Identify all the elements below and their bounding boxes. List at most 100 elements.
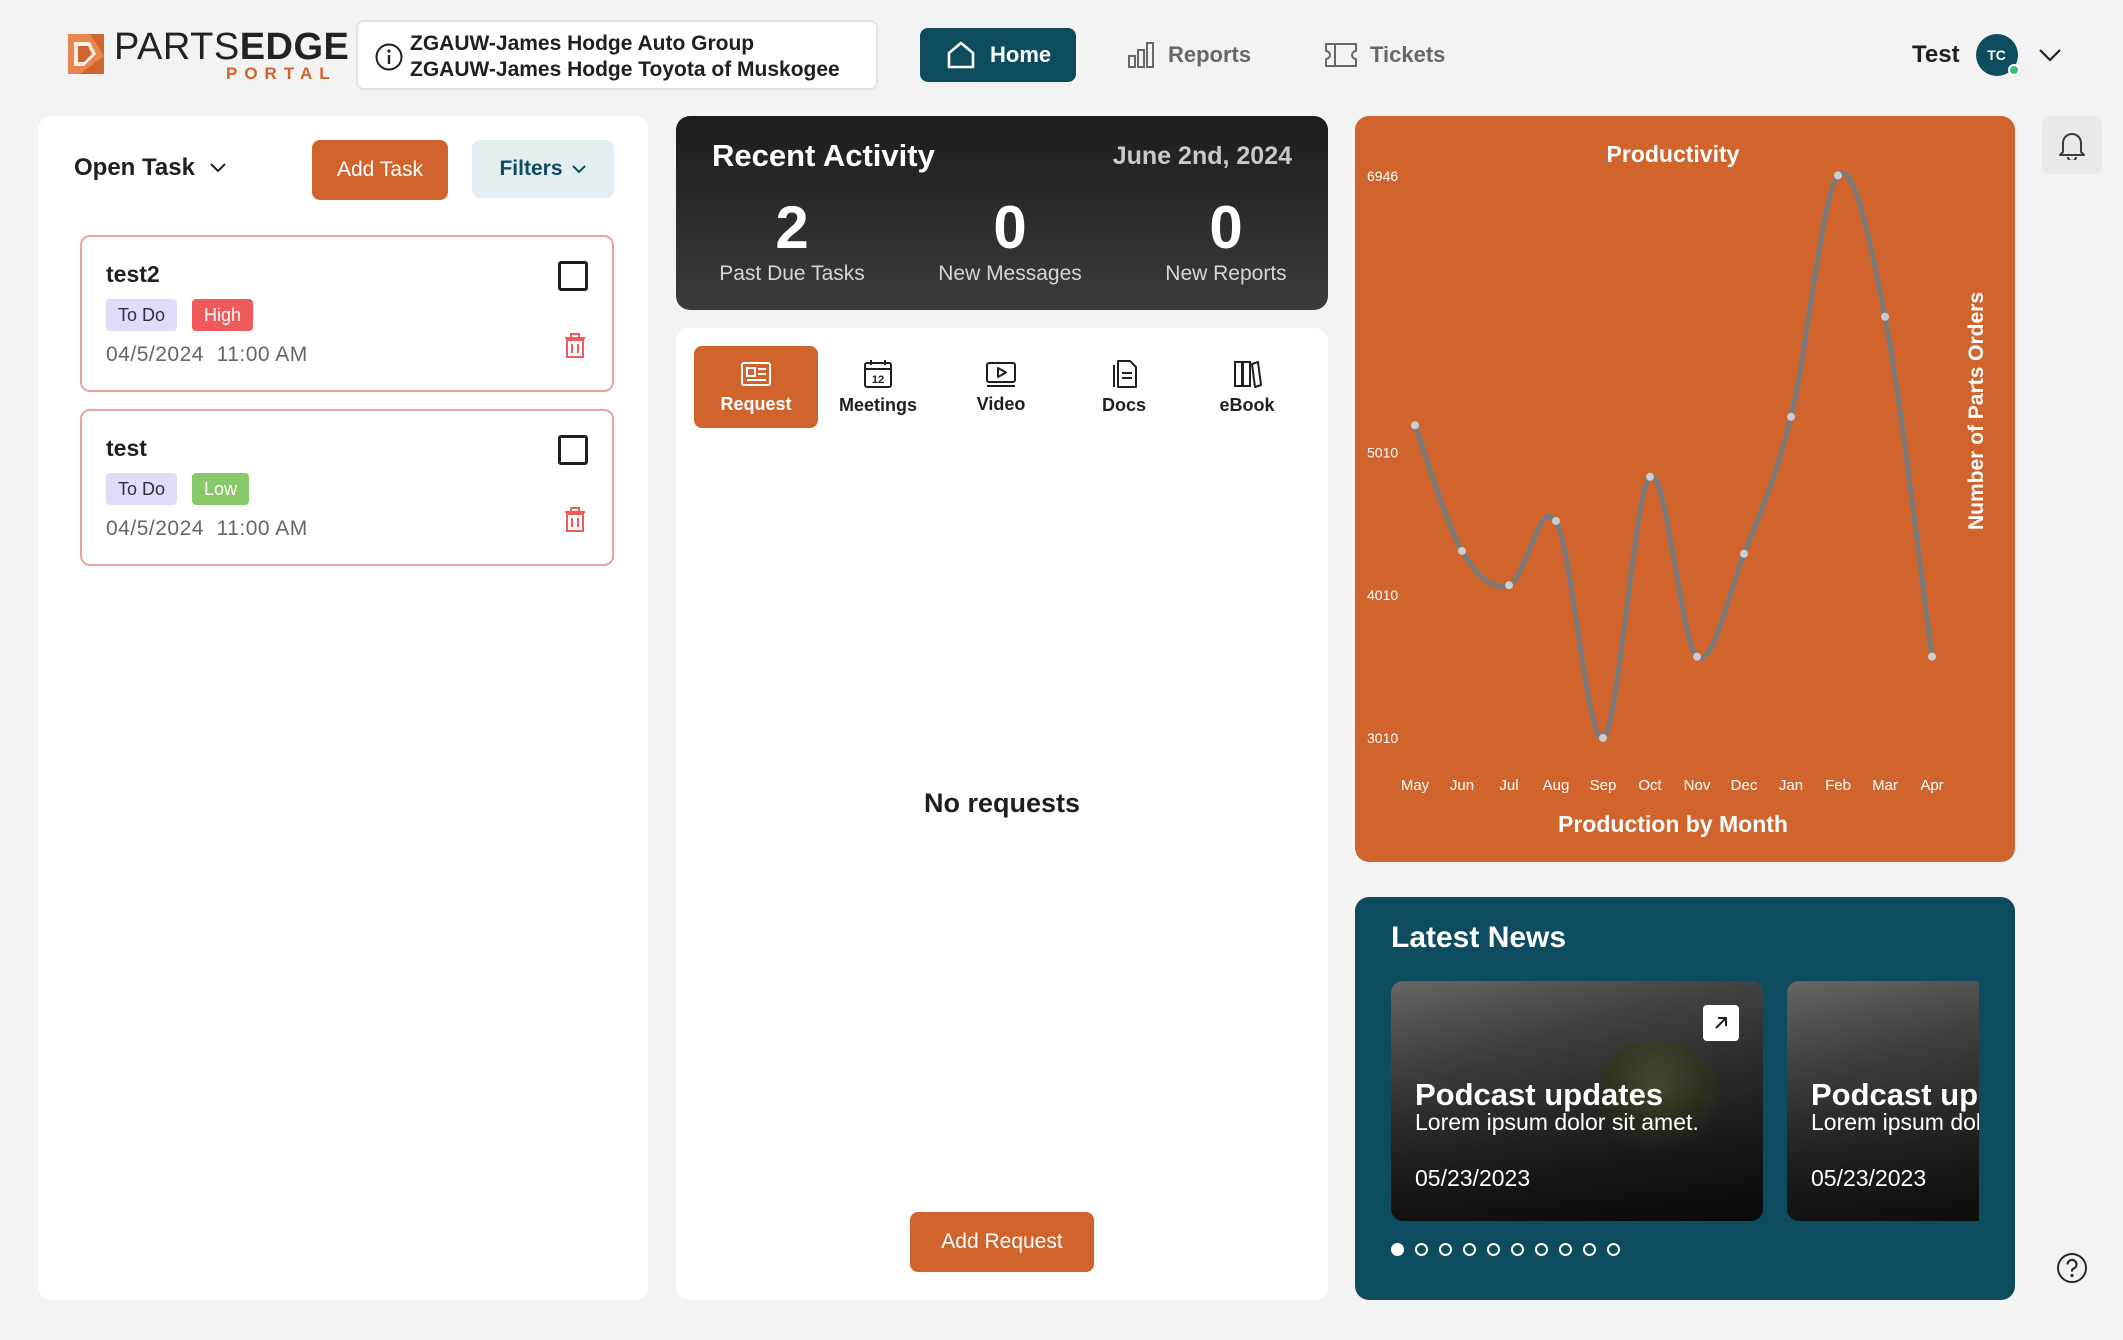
dealer-group-name: ZGAUW-James Hodge Auto Group [410,32,755,55]
data-point[interactable] [1411,421,1419,430]
news-card[interactable]: Podcast updates Lorem ipsum dolor sit am… [1787,981,1979,1221]
chevron-down-icon[interactable] [2038,48,2062,62]
chart-y-axis-label: Number of Parts Orders [1965,292,1988,530]
trash-icon[interactable] [564,333,586,359]
calendar-day-text: 12 [872,374,884,386]
carousel-dot[interactable] [1487,1243,1500,1256]
news-date: 05/23/2023 [1415,1165,1531,1191]
task-filter-dropdown[interactable]: Open Task [74,154,227,182]
notifications-button[interactable] [2042,116,2102,174]
task-due-date: 04/5/2024 11:00 AM [106,517,308,540]
data-point[interactable] [1787,412,1795,421]
external-link-icon [1715,1017,1727,1029]
nav-reports-label: Reports [1168,42,1252,67]
logo-wordmark: PARTSEDGE [114,26,350,68]
carousel-dot[interactable] [1391,1243,1404,1256]
calendar-icon: 12 [864,359,892,388]
nav-reports[interactable]: Reports [1126,36,1251,74]
dealer-selector[interactable]: ZGAUW-James Hodge Auto Group ZGAUW-James… [356,20,878,90]
data-point[interactable] [1881,312,1889,321]
ebook-icon [1234,360,1262,388]
news-body: Lorem ipsum dolor sit amet. [1811,1109,1979,1135]
recent-activity-title: Recent Activity [712,138,935,173]
data-point[interactable] [1646,472,1654,481]
tab-docs[interactable]: Docs [1062,346,1186,428]
user-menu[interactable]: Test TC [1912,32,2062,78]
help-icon[interactable] [2056,1252,2088,1284]
task-status-badge: To Do [106,299,178,331]
filters-button[interactable]: Filters [472,140,614,198]
x-tick-label: Jan [1779,777,1803,794]
x-tick-label: Nov [1684,777,1711,794]
ticket-icon [1325,43,1357,67]
x-tick-label: Sep [1590,777,1617,794]
task-complete-checkbox[interactable] [558,435,588,465]
stat-label: Past Due Tasks [719,262,865,285]
add-request-button[interactable]: Add Request [910,1212,1094,1272]
news-headline: Podcast updates [1811,1077,1979,1112]
task-status-badge: To Do [106,473,178,505]
carousel-dot[interactable] [1535,1243,1548,1256]
task-card[interactable]: test To Do Low 04/5/2024 11:00 AM [80,409,614,566]
stat-value: 0 [993,194,1027,261]
carousel-dot[interactable] [1607,1243,1620,1256]
dealer-store-name: ZGAUW-James Hodge Toyota of Muskogee [410,58,840,81]
external-link-button[interactable] [1703,1005,1739,1041]
stat-new-messages[interactable]: 0 New Messages [930,196,1090,286]
data-point[interactable] [1928,652,1936,661]
carousel-dot[interactable] [1511,1243,1524,1256]
bar-chart-icon [1128,42,1154,68]
docs-icon [1113,359,1137,388]
y-tick-label: 3010 [1367,730,1398,746]
nav-home-label: Home [990,42,1052,67]
stat-past-due-tasks[interactable]: 2 Past Due Tasks [712,196,872,286]
add-task-button[interactable]: Add Task [312,140,448,200]
data-point[interactable] [1740,549,1748,558]
news-card[interactable]: Podcast updates Lorem ipsum dolor sit am… [1391,981,1763,1221]
x-tick-label: Dec [1731,777,1758,794]
x-tick-label: Jun [1450,777,1474,794]
carousel-dot[interactable] [1463,1243,1476,1256]
trash-icon[interactable] [564,507,586,533]
task-name: test [106,435,147,461]
stat-new-reports[interactable]: 0 New Reports [1146,196,1306,286]
carousel-dot[interactable] [1559,1243,1572,1256]
nav-home[interactable]: Home [920,28,1076,82]
data-point[interactable] [1834,171,1842,180]
tab-request[interactable]: Request [694,346,818,428]
carousel-pagination [1391,1243,1631,1256]
data-point[interactable] [1505,581,1513,590]
home-icon [947,41,975,69]
logo-mark-icon [68,34,104,74]
x-tick-label: Jul [1499,777,1518,794]
tab-meetings[interactable]: 12 Meetings [816,346,940,428]
data-point[interactable] [1552,516,1560,525]
x-tick-label: Apr [1920,777,1943,794]
avatar[interactable]: TC [1975,34,2020,76]
task-filter-label: Open Task [74,154,195,181]
tab-video[interactable]: Video [939,346,1063,428]
recent-activity-card: Recent Activity June 2nd, 2024 2 Past Du… [676,116,1328,310]
stat-value: 2 [775,194,809,261]
data-point[interactable] [1458,546,1466,555]
nav-tickets[interactable]: Tickets [1324,36,1445,74]
user-name: Test [1912,41,1960,68]
task-due-date: 04/5/2024 11:00 AM [106,343,308,366]
news-carousel[interactable]: Podcast updates Lorem ipsum dolor sit am… [1391,981,1979,1221]
task-complete-checkbox[interactable] [558,261,588,291]
stat-label: New Messages [938,262,1082,285]
tab-label: Video [976,393,1026,414]
carousel-dot[interactable] [1439,1243,1452,1256]
filters-label: Filters [499,157,563,180]
logo-subtitle: PORTAL [226,64,337,83]
top-bar: PARTSEDGE PORTAL ZGAUW-James Hodge Auto … [0,0,2123,110]
empty-state-text: No requests [923,788,1081,818]
carousel-dot[interactable] [1415,1243,1428,1256]
data-point[interactable] [1693,652,1701,661]
task-card[interactable]: test2 To Do High 04/5/2024 11:00 AM [80,235,614,392]
partsedge-logo[interactable]: PARTSEDGE PORTAL [60,26,349,86]
tab-ebook[interactable]: eBook [1185,346,1309,428]
tab-label: Meetings [838,394,917,415]
data-point[interactable] [1599,734,1607,742]
carousel-dot[interactable] [1583,1243,1596,1256]
